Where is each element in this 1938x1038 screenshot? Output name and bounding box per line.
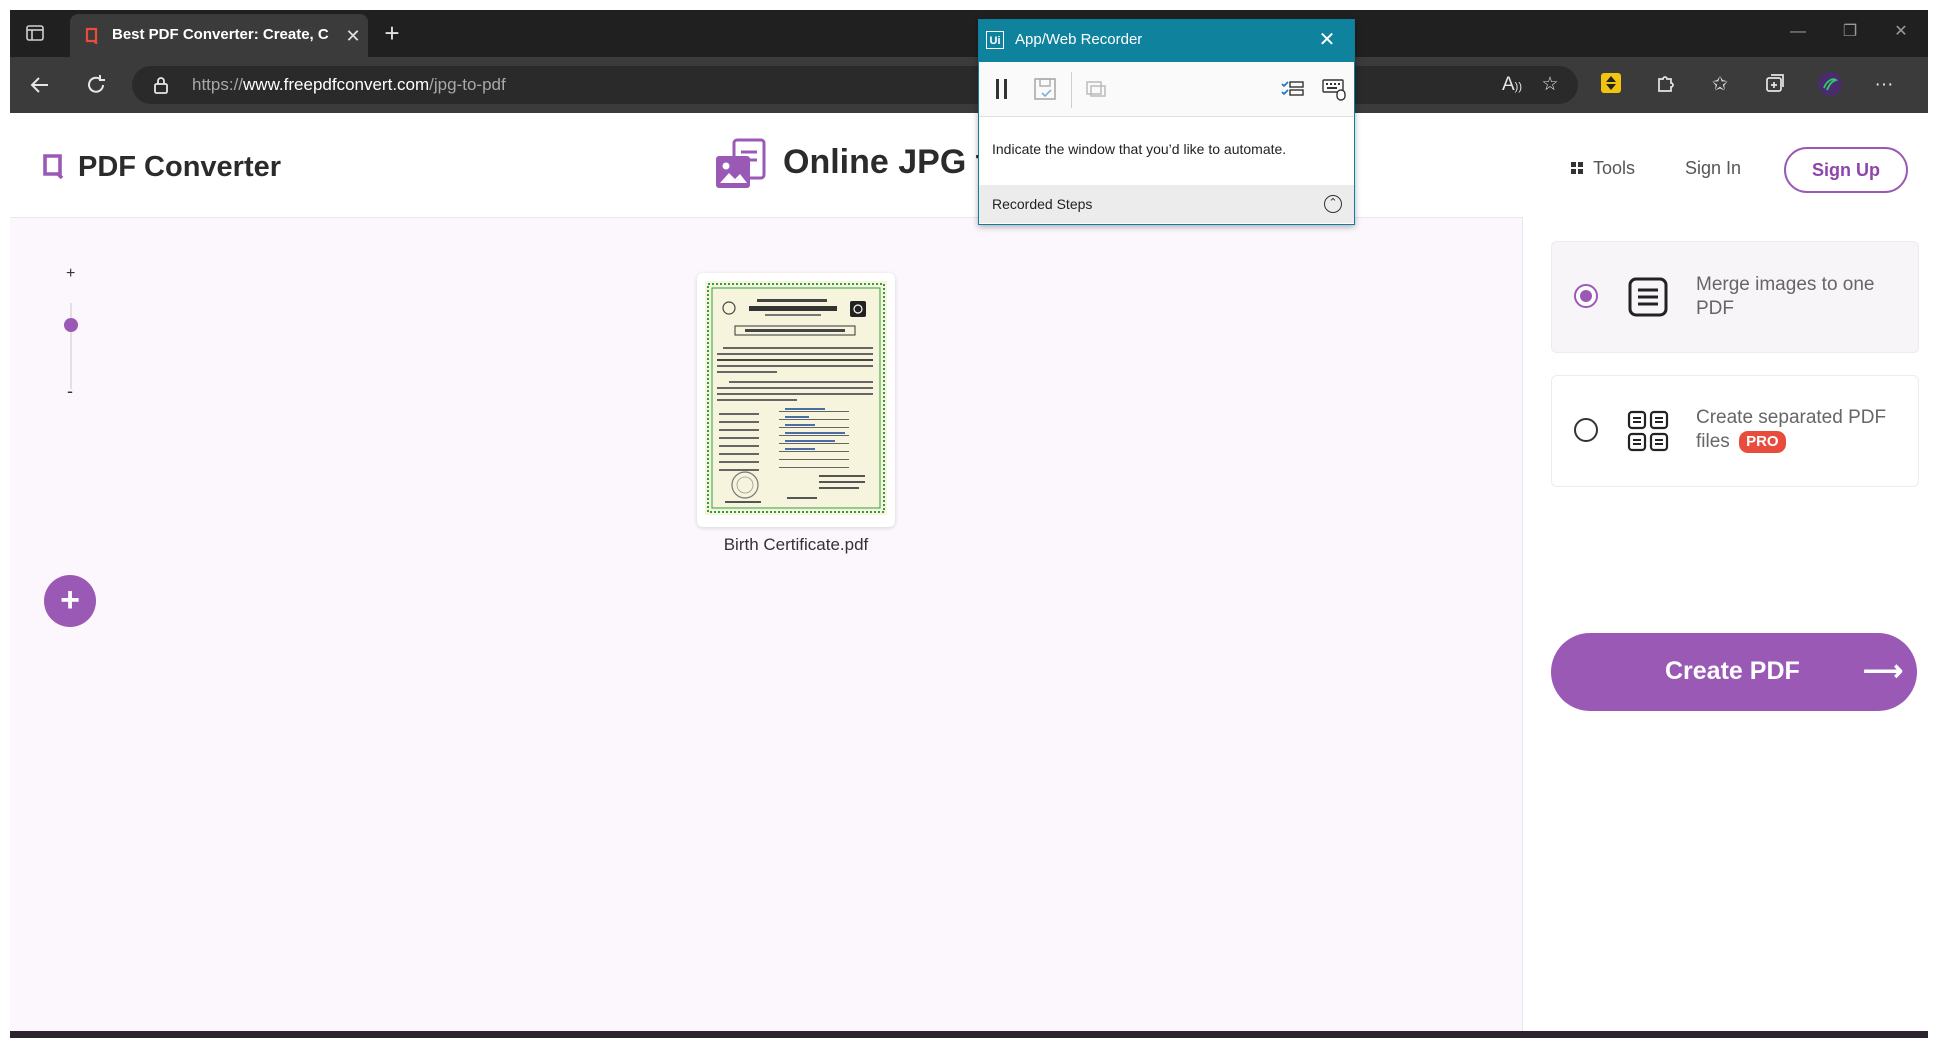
collections-icon[interactable]	[1761, 71, 1789, 99]
zoom-in-button[interactable]: +	[66, 265, 75, 283]
refresh-icon[interactable]	[82, 71, 110, 99]
read-aloud-icon[interactable]: A))	[1498, 71, 1526, 99]
jpg-document-icon	[714, 138, 768, 190]
recorded-steps-label: Recorded Steps	[992, 196, 1093, 212]
create-pdf-button[interactable]: Create PDF ⟶	[1551, 633, 1917, 711]
more-menu-icon[interactable]: ···	[1870, 71, 1898, 99]
recorder-title-bar: Ui App/Web Recorder ✕	[979, 20, 1354, 62]
zoom-out-button[interactable]: -	[67, 381, 73, 402]
options-panel: Merge images to one PDF Create separated…	[1522, 217, 1928, 1038]
footer-strip	[10, 1031, 1928, 1038]
birth-certificate-preview-image	[705, 281, 887, 515]
tab-title: Best PDF Converter: Create, C	[112, 26, 329, 43]
new-tab-icon[interactable]: +	[379, 20, 405, 46]
tools-label: Tools	[1593, 157, 1636, 178]
extension-yellow-icon[interactable]	[1597, 71, 1625, 99]
pdf-favicon-icon	[84, 27, 100, 45]
sign-in-link[interactable]: Sign In	[1685, 158, 1741, 179]
toolbar-divider	[1071, 72, 1072, 108]
lock-icon	[152, 75, 170, 95]
pause-icon[interactable]	[989, 76, 1015, 102]
keyboard-mouse-icon[interactable]	[1321, 76, 1347, 102]
recorder-toolbar	[979, 62, 1354, 117]
separate-option-label: Create separated PDF files PRO	[1696, 407, 1887, 453]
recorded-steps-section[interactable]: Recorded Steps ⌃	[979, 185, 1354, 223]
recorder-close-icon[interactable]: ✕	[1315, 28, 1339, 52]
site-header: PDF Converter Online JPG t Tools Sign In…	[10, 113, 1928, 218]
tab-strip: Best PDF Converter: Create, C ✕ + — ❐ ✕	[10, 10, 1928, 57]
favorites-icon[interactable]: ✩	[1706, 71, 1734, 99]
browser-window: Best PDF Converter: Create, C ✕ + — ❐ ✕ …	[10, 10, 1928, 1038]
profile-avatar[interactable]	[1816, 71, 1844, 99]
separate-option-card[interactable]: Create separated PDF files PRO	[1551, 375, 1919, 487]
zoom-slider-track[interactable]	[70, 303, 72, 389]
merge-option-label: Merge images to one PDF	[1696, 274, 1875, 319]
page-content: PDF Converter Online JPG t Tools Sign In…	[10, 113, 1928, 1038]
recorder-window: Ui App/Web Recorder ✕ Indicate the windo…	[978, 19, 1355, 225]
minimize-icon[interactable]: —	[1783, 20, 1813, 44]
restore-icon[interactable]: ❐	[1835, 20, 1865, 44]
recorder-instruction: Indicate the window that you’d like to a…	[992, 141, 1287, 157]
merge-option-card[interactable]: Merge images to one PDF	[1551, 241, 1919, 353]
save-icon[interactable]	[1032, 76, 1058, 102]
file-name: Birth Certificate.pdf	[723, 535, 869, 554]
grid-icon	[1571, 158, 1583, 179]
steps-list-icon[interactable]	[1279, 76, 1305, 102]
sign-up-button[interactable]: Sign Up	[1784, 147, 1908, 193]
chevron-up-icon[interactable]: ⌃	[1324, 195, 1342, 213]
arrow-right-icon: ⟶	[1863, 655, 1904, 686]
multiple-documents-icon	[1626, 409, 1670, 453]
page-title: Online JPG t	[783, 143, 988, 181]
zoom-slider-handle[interactable]	[64, 317, 78, 332]
tools-menu[interactable]: Tools	[1571, 156, 1635, 180]
window-select-icon[interactable]	[1083, 76, 1109, 102]
create-pdf-label: Create PDF	[1665, 657, 1800, 685]
tab-close-icon[interactable]: ✕	[342, 25, 364, 47]
close-window-icon[interactable]: ✕	[1886, 20, 1916, 44]
url-text: https://www.freepdfconvert.com/jpg-to-pd…	[192, 75, 506, 94]
recorder-title: App/Web Recorder	[1015, 31, 1143, 48]
logo-text[interactable]: PDF Converter	[78, 151, 281, 184]
add-files-button[interactable]: +	[44, 575, 96, 627]
tab-active[interactable]: Best PDF Converter: Create, C ✕	[70, 14, 368, 57]
separate-radio[interactable]	[1574, 418, 1598, 442]
tab-actions-icon[interactable]	[24, 22, 46, 44]
pro-badge: PRO	[1739, 430, 1786, 453]
pdf-converter-logo-icon[interactable]	[41, 153, 67, 181]
single-document-icon	[1626, 275, 1670, 319]
add-favorite-icon[interactable]: ☆	[1536, 71, 1564, 99]
file-thumbnail[interactable]	[697, 273, 895, 527]
uipath-logo-icon: Ui	[986, 31, 1004, 49]
merge-radio[interactable]	[1574, 284, 1598, 308]
extensions-puzzle-icon[interactable]	[1652, 71, 1680, 99]
back-icon[interactable]	[26, 71, 54, 99]
url-field[interactable]: https://www.freepdfconvert.com/jpg-to-pd…	[132, 66, 1578, 104]
address-bar-row: https://www.freepdfconvert.com/jpg-to-pd…	[10, 57, 1928, 113]
